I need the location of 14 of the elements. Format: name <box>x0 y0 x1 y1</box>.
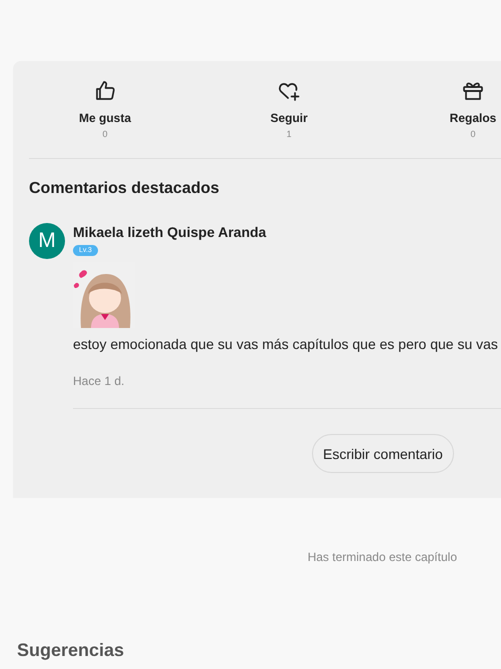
section-title: Sugerencias <box>17 640 126 661</box>
gifts-button[interactable]: Regalos <box>450 61 496 125</box>
comment-text: estoy emocionada que su vas más capítulos que es pero que su vas <box>73 336 498 352</box>
section-title: Comentarios destacados <box>29 180 220 198</box>
follow-button[interactable]: Seguir <box>270 61 308 125</box>
avatar[interactable]: M <box>29 223 65 259</box>
comment-time: Hace 1 d. <box>73 374 124 388</box>
action-count: 0 <box>102 129 108 139</box>
write-comment-button[interactable]: Escribir comentario <box>312 434 454 473</box>
like-button[interactable]: Me gusta <box>78 61 131 125</box>
action-count: 1 <box>286 129 292 139</box>
chapter-end-note: Has terminado este capítulo <box>306 550 458 564</box>
action-count: 0 <box>470 129 476 139</box>
comment-author[interactable]: Mikaela lizeth Quispe Aranda <box>73 224 266 240</box>
